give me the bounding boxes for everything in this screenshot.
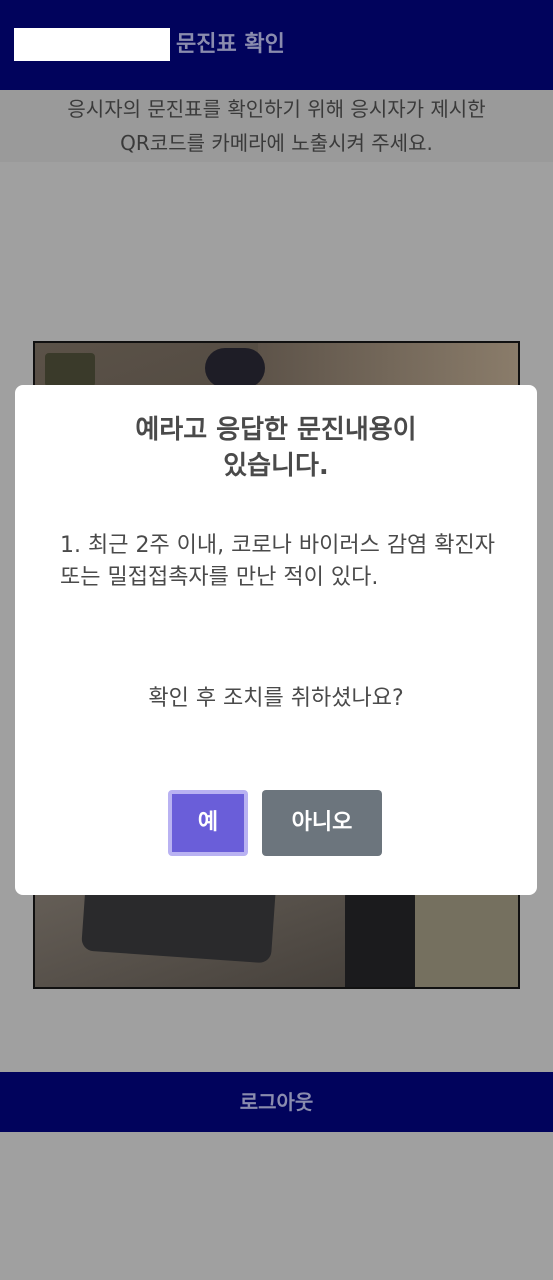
instruction-line-2: QR코드를 카메라에 노출시켜 주세요. bbox=[120, 131, 433, 155]
app-footer: 로그아웃 bbox=[0, 1072, 553, 1132]
instruction-line-1: 응시자의 문진표를 확인하기 위해 응시자가 제시한 bbox=[67, 97, 486, 121]
questionnaire-item: 1. 최근 2주 이내, 코로나 바이러스 감염 확진자 또는 밀접접촉자를 만… bbox=[60, 533, 496, 590]
dialog-title-line-1: 예라고 응답한 문진내용이 bbox=[135, 415, 417, 445]
logout-button[interactable]: 로그아웃 bbox=[0, 1072, 553, 1132]
no-button[interactable]: 아니오 bbox=[262, 790, 382, 856]
camera-scene-mouse bbox=[205, 348, 265, 388]
confirmation-dialog: 예라고 응답한 문진내용이 있습니다. 1. 최근 2주 이내, 코로나 바이러… bbox=[15, 385, 537, 895]
camera-scene-object bbox=[45, 353, 95, 387]
dialog-question: 확인 후 조치를 취하셨나요? bbox=[148, 686, 404, 711]
page-title: 문진표 확인 bbox=[176, 32, 285, 57]
dialog-title-line-2: 있습니다. bbox=[223, 451, 329, 481]
app-header: 문진표 확인 bbox=[0, 0, 553, 90]
instruction-text: 응시자의 문진표를 확인하기 위해 응시자가 제시한 QR코드를 카메라에 노출… bbox=[0, 90, 553, 162]
yes-button[interactable]: 예 bbox=[168, 790, 248, 856]
dialog-title: 예라고 응답한 문진내용이 있습니다. bbox=[15, 412, 537, 484]
logo-placeholder bbox=[14, 28, 170, 61]
